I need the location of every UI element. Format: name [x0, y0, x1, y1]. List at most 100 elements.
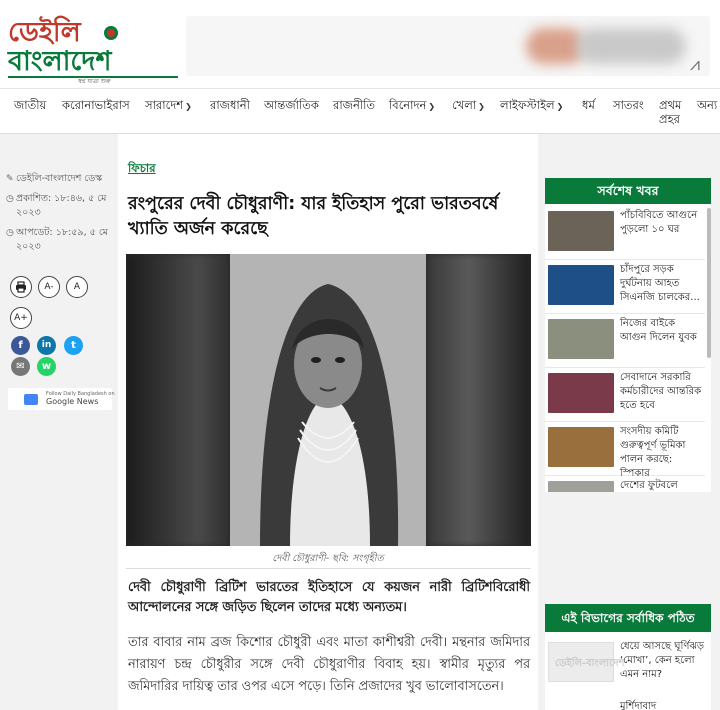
- clock-icon: ◷: [6, 228, 14, 238]
- news-title: নিজের বাইকে আগুন দিলেন যুবক: [620, 318, 697, 343]
- page: ডেইলি বাংলাদেশ স্বপ্ন যাত্রা শুরু ⩘ জাতী…: [0, 0, 720, 710]
- font-decrease-button[interactable]: A-: [38, 276, 60, 298]
- nav-label: লাইফস্টাইল: [500, 98, 555, 112]
- nav-label-line2: প্রহর: [659, 112, 680, 126]
- facebook-share-button[interactable]: f: [11, 336, 30, 355]
- news-thumbnail: [548, 265, 614, 305]
- email-share-button[interactable]: ✉: [11, 357, 30, 376]
- nav-item-international[interactable]: আন্তর্জাতিক: [264, 98, 319, 112]
- clock-icon: ◷: [6, 194, 14, 204]
- linkedin-share-button[interactable]: in: [37, 336, 56, 355]
- chevron-down-icon: ❯: [185, 102, 192, 111]
- photo-blur-left: [126, 254, 229, 546]
- nav-label: সাতরং: [613, 98, 644, 112]
- nav-item-lifestyle[interactable]: লাইফস্টাইল ❯: [500, 98, 563, 114]
- nav-item-satrong[interactable]: সাতরং: [613, 98, 644, 112]
- latest-news-list: পাঁচবিবিতে আগুনে পুড়লো ১০ ঘর চাঁদপুরে স…: [545, 208, 705, 492]
- font-increase-button[interactable]: A+: [10, 307, 32, 329]
- news-thumbnail: [548, 427, 614, 467]
- news-thumbnail: [548, 481, 614, 492]
- nav-label: প্রথম: [659, 98, 682, 112]
- list-item[interactable]: চাঁদপুরে সড়ক দুর্ঘটনায় আহত সিএনজি চালক…: [545, 262, 705, 314]
- nav-label: আন্তর্জাতিক: [264, 98, 319, 112]
- list-item[interactable]: দেশের ফুটবলে: [545, 478, 705, 492]
- print-button[interactable]: [10, 276, 32, 298]
- nav-label: সারাদেশ: [145, 98, 184, 112]
- popular-news-title: এই বিভাগের সর্বাধিক পঠিত: [545, 604, 711, 632]
- photo-blur-right: [428, 254, 531, 546]
- article-body-paragraph: তার বাবার নাম ব্রজ কিশোর চৌধুরী এবং মাতা…: [128, 635, 530, 694]
- list-item[interactable]: সংসদীয় কমিটি গুরুত্বপূর্ণ ভূমিকা পালন ক…: [545, 424, 705, 479]
- news-title: পাঁচবিবিতে আগুনে পুড়লো ১০ ঘর: [620, 210, 698, 235]
- news-title: দেশের ফুটবলে: [620, 480, 678, 491]
- logo-bottom-text: বাংলাদেশ: [8, 48, 178, 78]
- popular-news-item[interactable]: ধেয়ে আসছে ঘূর্ণিঝড় ‘মোখা’, কেন হলো এমন…: [620, 640, 706, 682]
- published-row: ◷ প্রকাশিত: ১৮:৪৬, ৫ মে ২০২৩: [6, 192, 116, 220]
- main-nav: জাতীয় করোনাভাইরাস সারাদেশ ❯ রাজধানী আন্ত…: [0, 88, 720, 134]
- nav-label: বিনোদন: [389, 98, 427, 112]
- nav-label: করোনাভাইরাস: [62, 98, 130, 112]
- portrait-image: [230, 254, 426, 546]
- article-headline: রংপুরের দেবী চৌধুরাণী: যার ইতিহাস পুরো ভ…: [128, 194, 499, 239]
- logo-tagline: স্বপ্ন যাত্রা শুরু: [78, 78, 111, 85]
- list-item[interactable]: নিজের বাইকে আগুন দিলেন যুবক: [545, 316, 705, 368]
- updated-text: আপডেট: ১৮:৫৯, ৫ মে ২০২৩: [16, 226, 108, 254]
- site-header: ডেইলি বাংলাদেশ স্বপ্ন যাত্রা শুরু ⩘: [0, 0, 720, 88]
- google-news-label: Google News: [46, 397, 99, 406]
- thumbnail-logo: ডেইলি-বাংলাদেশ: [555, 658, 625, 669]
- logo-top-text: ডেইলি: [8, 17, 81, 48]
- nav-item-religion[interactable]: ধর্ম: [582, 98, 595, 112]
- news-thumbnail: [548, 373, 614, 413]
- news-thumbnail[interactable]: ডেইলি-বাংলাদেশ: [548, 642, 624, 682]
- site-logo[interactable]: ডেইলি বাংলাদেশ স্বপ্ন যাত্রা শুরু: [8, 17, 178, 85]
- author-name: ডেইলি-বাংলাদেশ ডেস্ক: [16, 173, 103, 184]
- nav-item-politics[interactable]: রাজনীতি: [333, 98, 375, 112]
- published-text: প্রকাশিত: ১৮:৪৬, ৫ মে ২০২৩: [16, 192, 106, 220]
- nav-item-first-prahar[interactable]: প্রথম প্রহর: [659, 98, 681, 126]
- chevron-down-icon: ❯: [556, 102, 564, 111]
- article: ফিচার রংপুরের দেবী চৌধুরাণী: যার ইতিহাস …: [118, 134, 538, 710]
- ad-arrow-icon: ⩘: [689, 54, 700, 75]
- published-year: ২০২৩: [16, 207, 41, 218]
- ad-banner[interactable]: ⩘: [186, 16, 710, 76]
- chevron-down-icon: ❯: [478, 102, 485, 111]
- article-category-link[interactable]: ফিচার: [128, 160, 156, 179]
- nav-item-capital[interactable]: রাজধানী: [210, 98, 250, 112]
- news-title: সংসদীয় কমিটি গুরুত্বপূর্ণ ভূমিকা পালন ক…: [620, 426, 686, 479]
- google-news-follow-button[interactable]: Follow Daily Bangladesh on Google News: [8, 388, 115, 410]
- news-thumbnail: [548, 319, 614, 359]
- twitter-share-button[interactable]: t: [64, 336, 83, 355]
- nav-label: অন্য: [697, 98, 718, 112]
- latest-news-title: সর্বশেষ খবর: [545, 178, 711, 204]
- nav-label: রাজনীতি: [333, 98, 376, 112]
- author-row: ✎ ডেইলি-বাংলাদেশ ডেস্ক: [6, 172, 116, 186]
- published-label: প্রকাশিত: ১৮:৪৬, ৫ মে: [16, 193, 107, 204]
- latest-news-widget: সর্বশেষ খবর পাঁচবিবিতে আগুনে পুড়লো ১০ ঘ…: [545, 178, 711, 492]
- news-title: সেবাদানে সরকারি কর্মচারীদের আন্তরিক হতে …: [620, 372, 702, 411]
- google-news-icon: [24, 394, 38, 405]
- nav-item-country[interactable]: সারাদেশ ❯: [145, 98, 192, 114]
- popular-news-widget: এই বিভাগের সর্বাধিক পঠিত ডেইলি-বাংলাদেশ …: [545, 604, 711, 710]
- nav-item-entertainment[interactable]: বিনোদন ❯: [389, 98, 435, 114]
- article-photo[interactable]: [126, 254, 531, 546]
- nav-item-national[interactable]: জাতীয়: [14, 98, 46, 112]
- print-icon: [16, 281, 26, 293]
- chevron-down-icon: ❯: [428, 102, 436, 111]
- nav-item-coronavirus[interactable]: করোনাভাইরাস: [62, 98, 130, 112]
- nav-label: খেলা: [452, 98, 477, 112]
- photo-caption: দেবী চৌধুরাণী- ছবি: সংগৃহীত: [272, 553, 384, 564]
- list-scrollbar[interactable]: [707, 208, 711, 358]
- nav-item-other[interactable]: অন্য: [697, 98, 717, 112]
- updated-year: ২০২৩: [16, 241, 41, 252]
- nav-label: জাতীয়: [14, 98, 47, 112]
- popular-news-item[interactable]: মুর্শিদাবাদ: [620, 700, 706, 710]
- font-reset-button[interactable]: A: [66, 276, 88, 298]
- list-item[interactable]: পাঁচবিবিতে আগুনে পুড়লো ১০ ঘর: [545, 208, 705, 260]
- whatsapp-share-button[interactable]: w: [37, 357, 56, 376]
- news-title: চাঁদপুরে সড়ক দুর্ঘটনায় আহত সিএনজি চালক…: [620, 264, 700, 303]
- portrait-illustration: [230, 254, 426, 546]
- nav-item-sports[interactable]: খেলা ❯: [452, 98, 485, 114]
- list-item[interactable]: সেবাদানে সরকারি কর্মচারীদের আন্তরিক হতে …: [545, 370, 705, 422]
- nav-label: রাজধানী: [210, 98, 250, 112]
- divider: [126, 568, 531, 569]
